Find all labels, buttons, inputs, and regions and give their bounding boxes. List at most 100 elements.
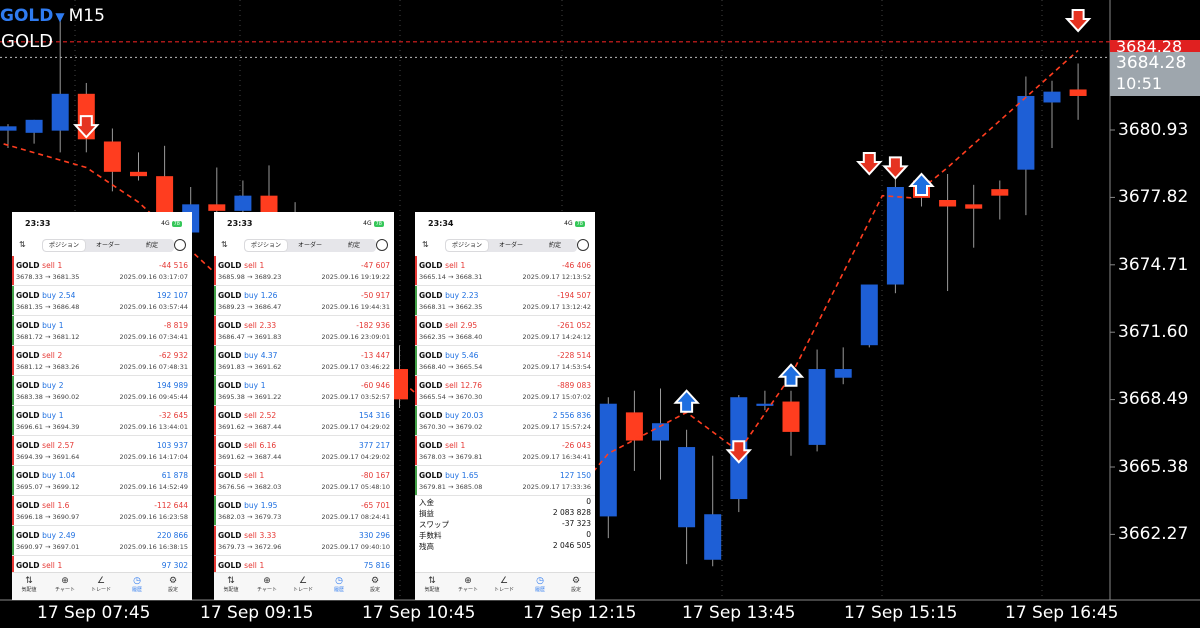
symbol-header[interactable]: GOLD ▼ M15 <box>0 6 105 26</box>
nav-quotes[interactable]: ⇅ 気配値 <box>415 576 449 593</box>
list-item[interactable]: GOLD buy 1.04 61 878 3695.07 → 3699.12 2025… <box>12 466 192 496</box>
nav-label: 気配値 <box>223 587 239 593</box>
deal-lot: 5.46 <box>461 351 479 360</box>
nav-trade[interactable]: ∠ トレード <box>84 576 118 593</box>
tab-deals[interactable]: 約定 <box>131 240 173 251</box>
history-icon: ◷ <box>335 576 343 586</box>
nav-chart[interactable]: ⊕ チャート <box>250 576 284 593</box>
bull-candle <box>51 93 69 131</box>
list-item[interactable]: GOLD buy 1 -32 645 3696.61 → 3694.39 2025.0… <box>12 406 192 436</box>
deal-lot: 12.76 <box>460 381 482 390</box>
deal-side: buy <box>42 471 57 480</box>
nav-trade[interactable]: ∠ トレード <box>286 576 320 593</box>
deal-profit: 61 878 <box>161 471 188 480</box>
tab-orders[interactable]: オーダー <box>87 240 129 251</box>
tab-orders[interactable]: オーダー <box>490 240 532 251</box>
sort-icon[interactable]: ⇅ <box>19 240 26 249</box>
deal-prices: 3662.35 → 3668.40 <box>419 333 483 341</box>
tab-positions[interactable]: ポジション <box>245 240 287 251</box>
list-item[interactable]: GOLD sell 1 -26 043 3678.03 → 3679.81 2025.… <box>415 436 595 466</box>
list-item[interactable]: GOLD buy 1 -60 946 3695.38 → 3691.22 2025.0… <box>214 376 394 406</box>
timeframe-label[interactable]: M15 <box>69 6 105 26</box>
symbol-name[interactable]: GOLD <box>0 6 53 26</box>
list-item[interactable]: GOLD sell 2 -62 932 3681.12 → 3683.26 2025.… <box>12 346 192 376</box>
list-item[interactable]: GOLD sell 1 -44 516 3678.33 → 3681.35 2025.… <box>12 256 192 286</box>
nav-settings[interactable]: ⚙ 設定 <box>156 576 190 593</box>
clock-icon[interactable] <box>577 239 589 251</box>
trade-icon: ∠ <box>96 576 106 586</box>
deal-prices: 3696.18 → 3690.97 <box>16 513 80 521</box>
nav-history[interactable]: ◷ 履歴 <box>523 576 557 593</box>
nav-quotes[interactable]: ⇅ 気配値 <box>12 576 46 593</box>
nav-trade[interactable]: ∠ トレード <box>487 576 521 593</box>
list-item[interactable]: GOLD buy 5.46 -228 514 3668.40 → 3665.54 20… <box>415 346 595 376</box>
sort-icon[interactable]: ⇅ <box>221 240 228 249</box>
nav-history[interactable]: ◷ 履歴 <box>322 576 356 593</box>
list-item[interactable]: GOLD sell 1 -80 167 3676.56 → 3682.03 2025.… <box>214 466 394 496</box>
position-list: GOLD sell 1 -47 607 3685.98 → 3689.23 2025.… <box>214 256 394 573</box>
list-item[interactable]: GOLD buy 1 -8 819 3681.72 → 3681.12 2025.09… <box>12 316 192 346</box>
list-item[interactable]: GOLD sell 2.52 154 316 3691.62 → 3687.44 20… <box>214 406 394 436</box>
deal-symbol: GOLD <box>419 411 443 420</box>
nav-quotes[interactable]: ⇅ 気配値 <box>214 576 248 593</box>
tab-deals[interactable]: 約定 <box>534 240 576 251</box>
time-axis-label: 17 Sep 16:45 <box>1005 603 1119 623</box>
bull-candle <box>234 195 252 211</box>
deal-title: GOLD buy 2.23 <box>419 291 478 300</box>
summary-value: 2 083 828 <box>552 508 591 517</box>
deal-side: sell <box>244 261 257 270</box>
list-item[interactable]: GOLD buy 20.03 2 556 836 3670.30 → 3679.02… <box>415 406 595 436</box>
deal-side: buy <box>244 291 259 300</box>
deal-profit: 194 989 <box>156 381 188 390</box>
tab-deals[interactable]: 約定 <box>333 240 375 251</box>
list-item[interactable]: GOLD sell 1 97 302 <box>12 556 192 573</box>
list-item[interactable]: GOLD buy 2.54 192 107 3681.35 → 3686.48 202… <box>12 286 192 316</box>
list-item[interactable]: GOLD buy 1.65 127 150 3679.81 → 3685.08 202… <box>415 466 595 496</box>
list-item[interactable]: GOLD sell 6.16 377 217 3691.62 → 3687.44 20… <box>214 436 394 466</box>
tab-positions[interactable]: ポジション <box>43 240 85 251</box>
nav-history[interactable]: ◷ 履歴 <box>120 576 154 593</box>
clock-icon[interactable] <box>376 239 388 251</box>
settings-icon: ⚙ <box>168 576 178 586</box>
history-tabs: ⇅ ポジション オーダー 約定 <box>415 238 595 254</box>
list-item[interactable]: GOLD sell 1 75 816 <box>214 556 394 573</box>
deal-title: GOLD sell 1.6 <box>16 501 69 510</box>
list-item[interactable]: GOLD buy 2 194 989 3683.38 → 3690.02 2025.0… <box>12 376 192 406</box>
dropdown-caret-icon[interactable]: ▼ <box>55 10 64 24</box>
tab-orders[interactable]: オーダー <box>289 240 331 251</box>
list-item[interactable]: GOLD sell 1.6 -112 644 3696.18 → 3690.97 20… <box>12 496 192 526</box>
nav-settings[interactable]: ⚙ 設定 <box>358 576 392 593</box>
list-item[interactable]: GOLD sell 2.57 103 937 3694.39 → 3691.64 20… <box>12 436 192 466</box>
deal-profit: 103 937 <box>156 441 188 450</box>
deal-profit: 97 302 <box>161 561 188 570</box>
deal-profit: -228 514 <box>557 351 591 360</box>
deal-prices: 3689.23 → 3686.47 <box>218 303 282 311</box>
list-item[interactable]: GOLD buy 4.37 -13 447 3691.83 → 3691.62 202… <box>214 346 394 376</box>
list-item[interactable]: GOLD sell 2.95 -261 052 3662.35 → 3668.40 2… <box>415 316 595 346</box>
list-item[interactable]: GOLD buy 1.95 -65 701 3682.03 → 3679.73 202… <box>214 496 394 526</box>
side-indicator <box>214 286 216 315</box>
deal-side: buy <box>445 411 460 420</box>
clock-icon[interactable] <box>174 239 186 251</box>
list-item[interactable]: GOLD buy 1.26 -50 917 3689.23 → 3686.47 202… <box>214 286 394 316</box>
deal-symbol: GOLD <box>218 501 242 510</box>
nav-chart[interactable]: ⊕ チャート <box>48 576 82 593</box>
deal-symbol: GOLD <box>419 471 443 480</box>
list-item[interactable]: GOLD sell 2.33 -182 936 3686.47 → 3691.83 2… <box>214 316 394 346</box>
list-item[interactable]: GOLD sell 1 -46 406 3665.14 → 3668.31 2025.… <box>415 256 595 286</box>
list-item[interactable]: GOLD sell 1 -47 607 3685.98 → 3689.23 2025.… <box>214 256 394 286</box>
deal-lot: 1 <box>58 411 64 420</box>
side-indicator <box>12 466 14 495</box>
deal-prices: 3665.54 → 3670.30 <box>419 393 483 401</box>
deal-title: GOLD sell 1 <box>16 561 62 570</box>
bull-candle <box>0 126 17 131</box>
nav-settings[interactable]: ⚙ 設定 <box>559 576 593 593</box>
tab-positions[interactable]: ポジション <box>446 240 488 251</box>
sort-icon[interactable]: ⇅ <box>422 240 429 249</box>
list-item[interactable]: GOLD sell 12.76 -889 083 3665.54 → 3670.30… <box>415 376 595 406</box>
list-item[interactable]: GOLD sell 3.33 330 296 3679.73 → 3672.96 20… <box>214 526 394 556</box>
signal-label: 4G <box>363 220 372 227</box>
list-item[interactable]: GOLD buy 2.23 -194 507 3668.31 → 3662.35 20… <box>415 286 595 316</box>
nav-chart[interactable]: ⊕ チャート <box>451 576 485 593</box>
list-item[interactable]: GOLD buy 2.49 220 866 3690.97 → 3697.01 202… <box>12 526 192 556</box>
